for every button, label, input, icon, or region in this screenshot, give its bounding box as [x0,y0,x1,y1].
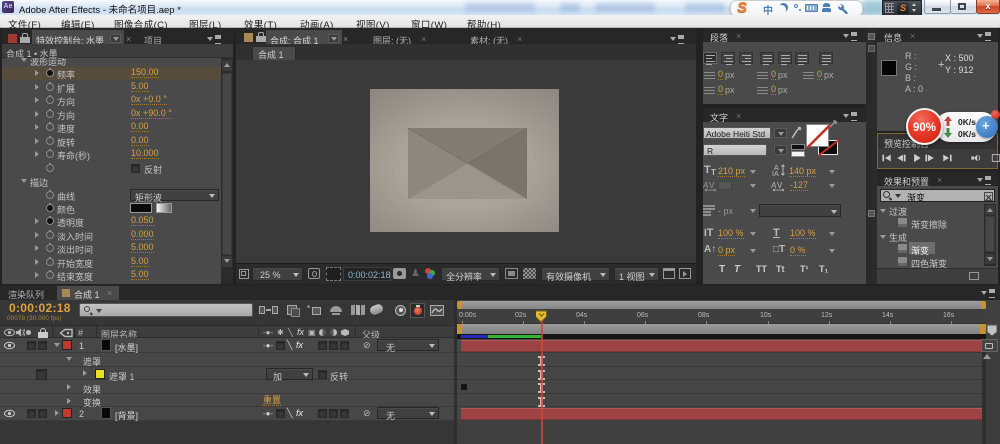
svg-text:A: A [771,181,776,190]
svg-text:V: V [777,181,783,190]
svg-text:IA: IA [772,171,779,177]
svg-text:V: V [709,181,715,190]
svg-text:A: A [703,181,708,190]
